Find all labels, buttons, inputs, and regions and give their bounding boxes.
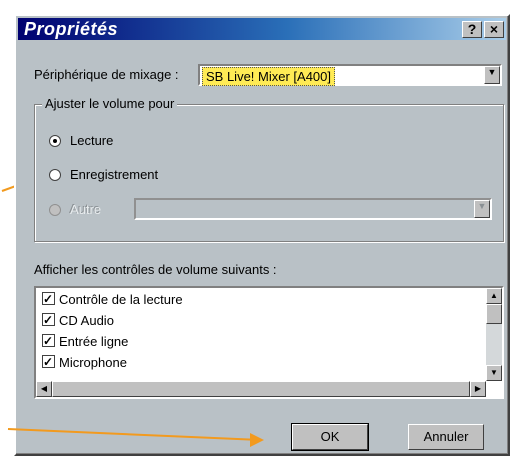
radio-lecture[interactable] <box>49 135 61 147</box>
scroll-thumb-horizontal[interactable] <box>52 381 470 397</box>
list-item-label: Microphone <box>59 355 127 370</box>
mixer-device-select[interactable]: SB Live! Mixer [A400] ▼ <box>198 64 502 86</box>
checkbox[interactable] <box>42 289 55 309</box>
list-item[interactable]: Entrée ligne <box>42 331 129 352</box>
radio-autre[interactable] <box>49 204 61 216</box>
list-item-label: CD Audio <box>59 313 114 328</box>
checkbox[interactable] <box>42 352 55 372</box>
vertical-scrollbar[interactable]: ▲ ▼ <box>486 288 502 381</box>
mixer-device-value: SB Live! Mixer [A400] <box>202 67 335 86</box>
list-item[interactable]: Contrôle de la lecture <box>42 289 183 310</box>
scroll-thumb[interactable] <box>486 304 502 324</box>
controls-listbox[interactable]: Contrôle de la lecture CD Audio Entrée l… <box>34 286 504 399</box>
scroll-up-icon[interactable]: ▲ <box>486 288 502 304</box>
radio-autre-label: Autre <box>70 202 102 217</box>
scroll-left-icon[interactable]: ◀ <box>36 381 52 397</box>
cancel-button[interactable]: Annuler <box>408 424 484 450</box>
volume-group-legend: Ajuster le volume pour <box>42 96 178 111</box>
dialog-title: Propriétés <box>24 19 119 39</box>
checkbox[interactable] <box>42 331 55 351</box>
annotation-arrowhead-2 <box>250 433 264 447</box>
list-item-label: Entrée ligne <box>59 334 129 349</box>
title-bar: Propriétés ? × <box>18 18 506 40</box>
radio-enregistrement[interactable] <box>49 169 61 181</box>
list-item-label: Contrôle de la lecture <box>59 292 183 307</box>
properties-dialog: Propriétés ? × Périphérique de mixage : … <box>14 14 510 456</box>
radio-lecture-label[interactable]: Lecture <box>70 133 113 148</box>
help-button[interactable]: ? <box>462 21 482 38</box>
scroll-right-icon[interactable]: ▶ <box>470 381 486 397</box>
radio-enregistrement-label[interactable]: Enregistrement <box>70 167 158 182</box>
chevron-down-icon[interactable]: ▼ <box>484 66 500 84</box>
chevron-down-icon[interactable]: ▼ <box>474 200 490 218</box>
ok-button[interactable]: OK <box>291 423 369 451</box>
close-button[interactable]: × <box>484 21 504 38</box>
list-item[interactable]: Microphone <box>42 352 127 373</box>
horizontal-scrollbar[interactable]: ◀ ▶ <box>36 381 486 397</box>
autre-device-select[interactable]: ▼ <box>134 198 492 220</box>
mixer-device-label: Périphérique de mixage : <box>34 67 179 82</box>
controls-label: Afficher les contrôles de volume suivant… <box>34 262 277 277</box>
scroll-down-icon[interactable]: ▼ <box>486 365 502 381</box>
checkbox[interactable] <box>42 310 55 330</box>
list-item[interactable]: CD Audio <box>42 310 114 331</box>
